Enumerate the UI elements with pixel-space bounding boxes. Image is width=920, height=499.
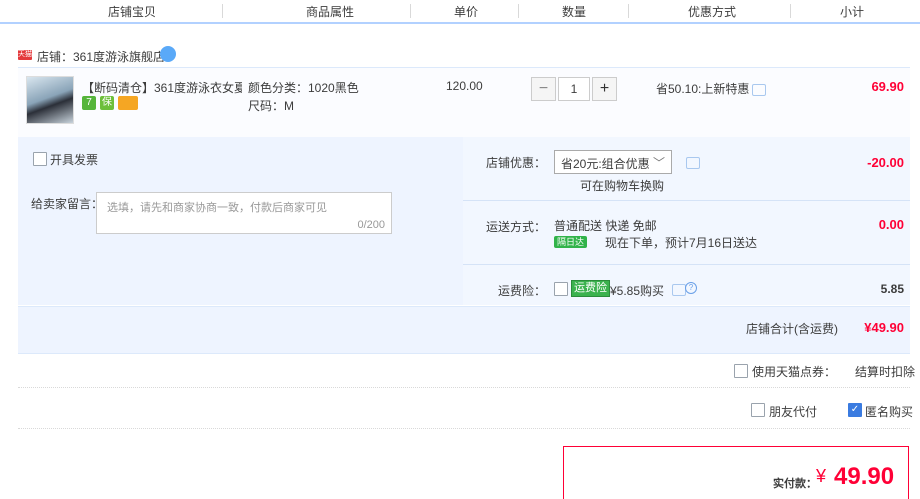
header-divider <box>410 4 411 18</box>
insurance-chat-icon[interactable] <box>672 284 686 296</box>
shop-discount-hint: 可在购物车换购 <box>580 179 665 193</box>
header-quantity: 数量 <box>562 5 587 19</box>
tmall-logo-icon: 天猫 <box>18 50 32 60</box>
header-divider <box>790 4 791 18</box>
seven-day-return-icon: 7 <box>82 96 96 110</box>
shipping-amount: 0.00 <box>878 217 904 232</box>
item-subtotal: 69.90 <box>871 79 904 94</box>
message-placeholder: 选填，请先和商家协商一致，付款后商家可见 <box>107 202 327 214</box>
final-payment-label: 实付款： <box>773 478 817 490</box>
unit-price: 120.00 <box>446 79 483 93</box>
order-item-row <box>18 67 910 138</box>
coupon-note: 结算时扣除 <box>855 365 916 379</box>
header-divider <box>222 4 223 18</box>
shop-name-link[interactable]: 店铺：361度游泳旗舰店 <box>37 48 165 65</box>
promo-info-icon[interactable] <box>752 84 766 96</box>
shop-total-label: 店铺合计(含运费) <box>746 322 838 336</box>
friend-pay-label: 朋友代付 <box>769 405 818 419</box>
product-title-link[interactable]: 【断码清仓】361度游泳衣女夏... <box>82 79 242 96</box>
header-divider <box>628 4 629 18</box>
shipping-label: 运送方式： <box>486 220 547 234</box>
coupon-label: 使用天猫点券： <box>752 365 837 379</box>
shop-discount-select[interactable]: 省20元:组合优惠 ﹀ <box>554 150 672 174</box>
seller-message-input[interactable]: 选填，请先和商家协商一致，付款后商家可见 0/200 <box>96 192 392 234</box>
insurance-price: ¥5.85购买 <box>610 284 665 298</box>
header-attributes: 商品属性 <box>306 5 355 19</box>
divider <box>18 428 910 429</box>
product-thumbnail[interactable] <box>26 76 74 124</box>
insurance-label: 运费险： <box>498 284 547 298</box>
shop-discount-amount: -20.00 <box>867 155 904 170</box>
divider <box>463 200 910 201</box>
increase-quantity-button[interactable]: + <box>592 77 617 101</box>
insurance-checkbox[interactable] <box>554 282 568 296</box>
divider <box>18 387 910 388</box>
promotion-text: 省50.10:上新特惠 <box>656 82 750 96</box>
wangwang-chat-icon[interactable] <box>160 46 176 62</box>
discount-info-icon[interactable] <box>686 157 700 169</box>
quantity-input[interactable]: 1 <box>558 77 590 101</box>
shop-discount-value: 省20元:组合优惠 <box>561 157 650 171</box>
card-payment-icon <box>118 96 138 110</box>
message-char-count: 0/200 <box>357 219 385 231</box>
insurance-amount: 5.85 <box>880 282 904 296</box>
header-subtotal: 小计 <box>840 5 865 19</box>
size-attribute: 尺码：M <box>248 99 294 113</box>
message-label: 给卖家留言： <box>31 197 104 211</box>
invoice-label: 开具发票 <box>50 153 99 167</box>
shipping-method: 普通配送 快递 免邮 <box>554 219 657 233</box>
final-currency-symbol: ¥ <box>816 466 827 486</box>
help-icon[interactable]: ? <box>685 282 697 294</box>
decrease-quantity-button[interactable]: − <box>531 77 556 101</box>
divider <box>463 264 910 265</box>
header-divider <box>518 4 519 18</box>
shop-total-value: ¥49.90 <box>864 320 904 335</box>
chevron-down-icon: ﹀ <box>652 156 665 170</box>
order-table-header: 店铺宝贝 商品属性 单价 数量 优惠方式 小计 <box>0 0 920 24</box>
shipping-insurance-tag: 运费险 <box>571 280 610 297</box>
invoice-checkbox[interactable] <box>33 152 47 166</box>
shop-discount-label: 店铺优惠： <box>486 156 547 170</box>
color-attribute: 颜色分类：1020黑色 <box>248 81 359 95</box>
header-shop-item: 店铺宝贝 <box>108 5 157 19</box>
anonymous-checkbox[interactable]: ✓ <box>848 403 862 417</box>
next-day-delivery-badge: 隔日达 <box>554 236 588 248</box>
delivery-estimate: 现在下单，预计7月16日送达 <box>605 236 758 250</box>
coupon-checkbox[interactable] <box>734 364 748 378</box>
anonymous-label: 匿名购买 <box>865 405 914 419</box>
final-payment-amount: 49.90 <box>834 463 895 490</box>
header-discount: 优惠方式 <box>688 5 737 19</box>
header-price: 单价 <box>454 5 479 19</box>
friend-pay-checkbox[interactable] <box>751 403 765 417</box>
guarantee-icon: 保 <box>100 96 114 110</box>
